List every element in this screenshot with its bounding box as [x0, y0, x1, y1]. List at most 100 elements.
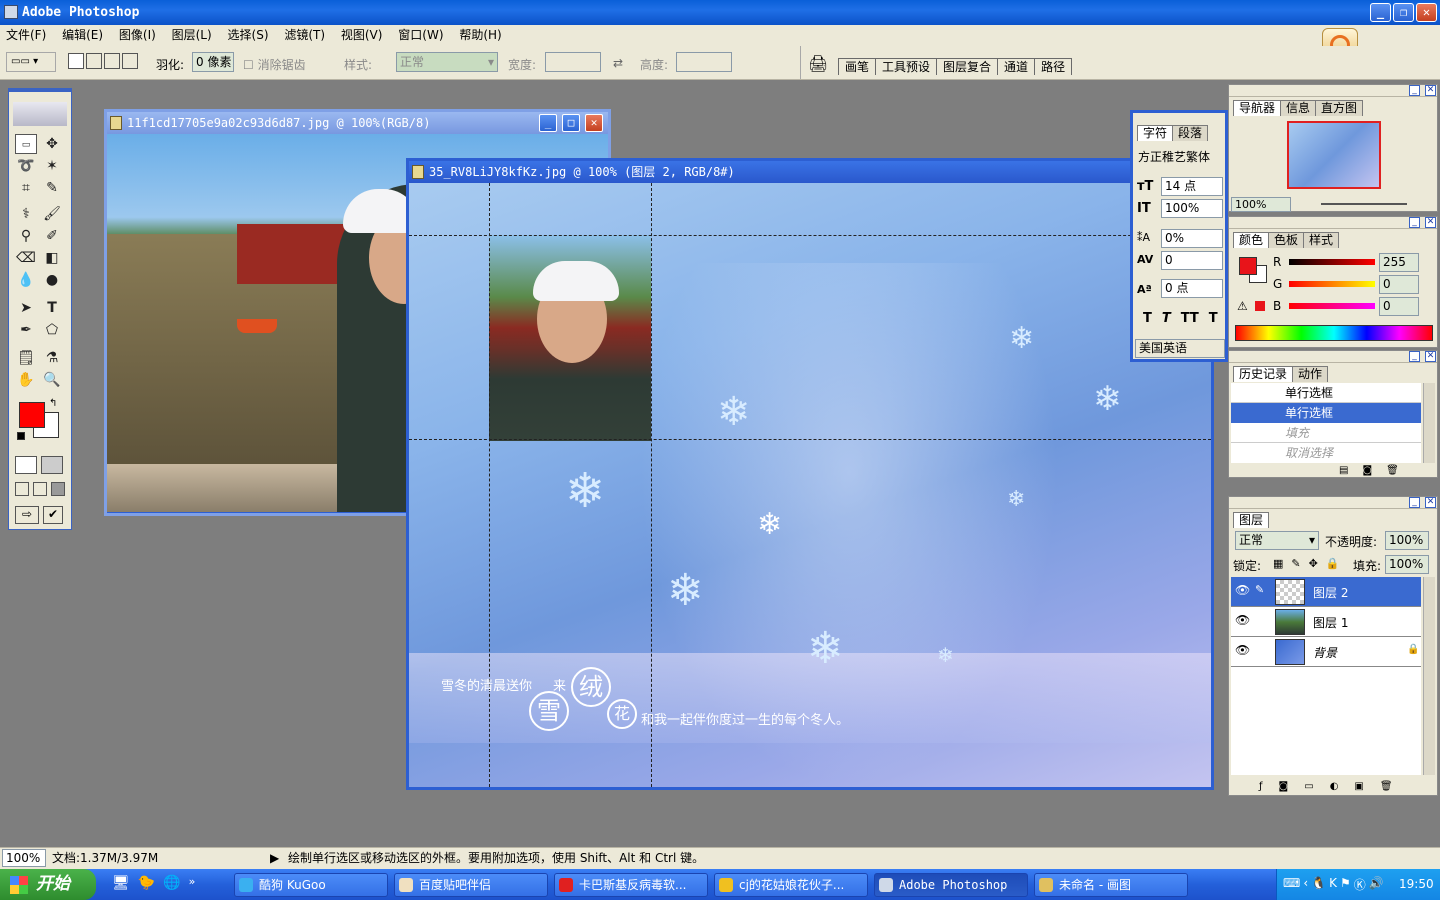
- minimize-button[interactable]: _: [1370, 3, 1391, 22]
- height-input[interactable]: [676, 52, 732, 72]
- color-spectrum-ramp[interactable]: [1235, 325, 1433, 341]
- tab-swatches[interactable]: 色板: [1268, 232, 1305, 248]
- well-layer-comps[interactable]: 图层复合: [936, 58, 999, 75]
- screen-mode-full-icon[interactable]: [51, 482, 65, 496]
- layers-scrollbar[interactable]: [1423, 577, 1435, 775]
- language-field[interactable]: 美国英语: [1135, 339, 1225, 358]
- tab-layers[interactable]: 图层: [1233, 512, 1270, 528]
- channel-g-field[interactable]: 0: [1379, 275, 1419, 294]
- panel-minimize-button[interactable]: _: [1409, 351, 1420, 362]
- status-zoom-field[interactable]: 100%: [2, 849, 46, 867]
- crop-tool-icon[interactable]: ⌗: [15, 178, 37, 198]
- blend-mode-select[interactable]: 正常 ▾: [1235, 531, 1319, 550]
- path-selection-tool-icon[interactable]: ➤: [15, 298, 37, 318]
- magic-wand-tool-icon[interactable]: ✶: [41, 156, 63, 176]
- eye-icon[interactable]: 👁: [1235, 583, 1250, 597]
- close-button[interactable]: ✕: [1416, 3, 1437, 22]
- task-chat[interactable]: cj的花姑娘花伙子...: [714, 873, 868, 897]
- document-title-bar[interactable]: 35_RV8LiJY8kfKz.jpg @ 100% (图层 2, RGB/8#…: [409, 161, 1211, 183]
- quick-mask-mode-icon[interactable]: [41, 456, 63, 474]
- menu-window[interactable]: 窗口(W): [392, 25, 449, 46]
- feather-input[interactable]: 0 像素: [192, 52, 234, 72]
- document-canvas-2[interactable]: ❄ ❄ ❄ ❄ ❄ ❄ ❄ ❄ ❄ 雪冬的清晨送你 来 雪 绒 花 和我一起伴你…: [409, 183, 1211, 787]
- network-icon[interactable]: ⚑: [1340, 876, 1351, 893]
- gradient-tool-icon[interactable]: ◧: [41, 248, 63, 268]
- adjustment-layer-icon[interactable]: ◐: [1330, 781, 1339, 792]
- channel-r-slider[interactable]: [1289, 259, 1375, 265]
- screen-mode-full-menu-icon[interactable]: [33, 482, 47, 496]
- well-channels[interactable]: 通道: [997, 58, 1036, 75]
- panel-minimize-button[interactable]: _: [1409, 497, 1420, 508]
- baseline-shift-field[interactable]: 0 点: [1161, 279, 1223, 298]
- lock-position-icon[interactable]: ✥: [1309, 557, 1318, 570]
- navigator-zoom-slider[interactable]: [1321, 203, 1407, 205]
- tab-styles[interactable]: 样式: [1303, 232, 1340, 248]
- well-brushes[interactable]: 画笔: [838, 58, 877, 75]
- menu-view[interactable]: 视图(V): [335, 25, 389, 46]
- font-family-field[interactable]: 方正稚艺繁体: [1135, 149, 1225, 168]
- tab-histogram[interactable]: 直方图: [1315, 100, 1364, 116]
- eye-icon[interactable]: 👁: [1235, 643, 1250, 657]
- tool-preset-picker[interactable]: ▭▭ ▾: [6, 52, 56, 72]
- navigator-thumbnail[interactable]: [1287, 121, 1381, 189]
- start-button[interactable]: 开始: [0, 869, 96, 900]
- tab-actions[interactable]: 动作: [1292, 366, 1329, 382]
- vertical-scale-field[interactable]: 100%: [1161, 199, 1223, 218]
- lock-pixels-icon[interactable]: ✎: [1291, 557, 1300, 570]
- well-tool-presets[interactable]: 工具预设: [875, 58, 938, 75]
- eraser-tool-icon[interactable]: ⌫: [15, 248, 37, 268]
- new-snapshot-icon[interactable]: ◙: [1362, 465, 1372, 476]
- new-document-from-state-icon[interactable]: ▤: [1339, 465, 1348, 476]
- slice-tool-icon[interactable]: ✎: [41, 178, 63, 198]
- keyboard-icon[interactable]: ⌨: [1283, 876, 1300, 893]
- history-scrollbar[interactable]: [1423, 383, 1435, 463]
- layer-row[interactable]: 👁 图层 1: [1231, 607, 1421, 637]
- panel-minimize-button[interactable]: _: [1409, 217, 1420, 228]
- tab-history[interactable]: 历史记录: [1233, 366, 1294, 382]
- lasso-tool-icon[interactable]: ➰: [15, 156, 37, 176]
- shape-tool-icon[interactable]: ⬠: [41, 320, 63, 340]
- eyedropper-tool-icon[interactable]: ⚗: [41, 348, 63, 368]
- history-brush-tool-icon[interactable]: ✐: [41, 226, 63, 246]
- swap-colors-icon[interactable]: ↰: [49, 398, 57, 409]
- dodge-tool-icon[interactable]: ●: [41, 270, 63, 290]
- pen-tool-icon[interactable]: ✒: [15, 320, 37, 340]
- edit-in-imageready-icon[interactable]: ✔: [43, 506, 63, 524]
- all-caps-button[interactable]: TT: [1181, 311, 1199, 326]
- swap-arrows-icon[interactable]: ⇄: [613, 56, 623, 70]
- tab-paragraph[interactable]: 段落: [1172, 125, 1209, 141]
- fill-field[interactable]: 100%: [1385, 555, 1429, 574]
- menu-layer[interactable]: 图层(L): [166, 25, 218, 46]
- font-size-field[interactable]: 14 点: [1161, 177, 1223, 196]
- panel-close-button[interactable]: ✕: [1425, 497, 1436, 508]
- faux-bold-button[interactable]: T: [1143, 311, 1152, 326]
- layer-row-selected[interactable]: 👁 ✎ 图层 2: [1231, 577, 1421, 607]
- task-kugoo[interactable]: 酷狗 KuGoo: [234, 873, 388, 897]
- kugoo-quick-icon[interactable]: 🐤: [138, 875, 155, 891]
- small-caps-button[interactable]: T: [1209, 311, 1218, 326]
- jump-to-imageready-icon[interactable]: ⇨: [15, 506, 39, 524]
- doc-maximize-button[interactable]: □: [562, 114, 580, 132]
- file-browser-icon[interactable]: 🖨: [808, 54, 828, 73]
- quick-launch-expand-icon[interactable]: »: [189, 875, 196, 891]
- doc-close-button[interactable]: ✕: [585, 114, 603, 132]
- notes-tool-icon[interactable]: 🗒: [15, 348, 37, 368]
- brush-tool-icon[interactable]: 🖌: [41, 204, 63, 224]
- standard-mode-icon[interactable]: [15, 456, 37, 474]
- task-paint[interactable]: 未命名 - 画图: [1034, 873, 1188, 897]
- doc-minimize-button[interactable]: _: [539, 114, 557, 132]
- kerning-field[interactable]: 0: [1161, 251, 1223, 270]
- history-item-undone[interactable]: 取消选择: [1231, 443, 1421, 463]
- kugoo-tray-icon[interactable]: Ⓚ: [1354, 876, 1366, 893]
- screen-mode-standard-icon[interactable]: [15, 482, 29, 496]
- menu-image[interactable]: 图像(I): [113, 25, 162, 46]
- channel-b-slider[interactable]: [1289, 303, 1375, 309]
- kaspersky-tray-icon[interactable]: K: [1329, 876, 1337, 893]
- qq-icon[interactable]: 🐧: [1311, 876, 1326, 893]
- clock[interactable]: 19:50: [1399, 877, 1434, 891]
- eye-icon[interactable]: 👁: [1235, 613, 1250, 627]
- document-window-2[interactable]: 35_RV8LiJY8kfKz.jpg @ 100% (图层 2, RGB/8#…: [406, 158, 1214, 790]
- document-title-bar[interactable]: 11f1cd17705e9a02c93d6d87.jpg @ 100%(RGB/…: [107, 112, 608, 134]
- channel-b-field[interactable]: 0: [1379, 297, 1419, 316]
- layer-style-icon[interactable]: ƒ: [1259, 781, 1263, 792]
